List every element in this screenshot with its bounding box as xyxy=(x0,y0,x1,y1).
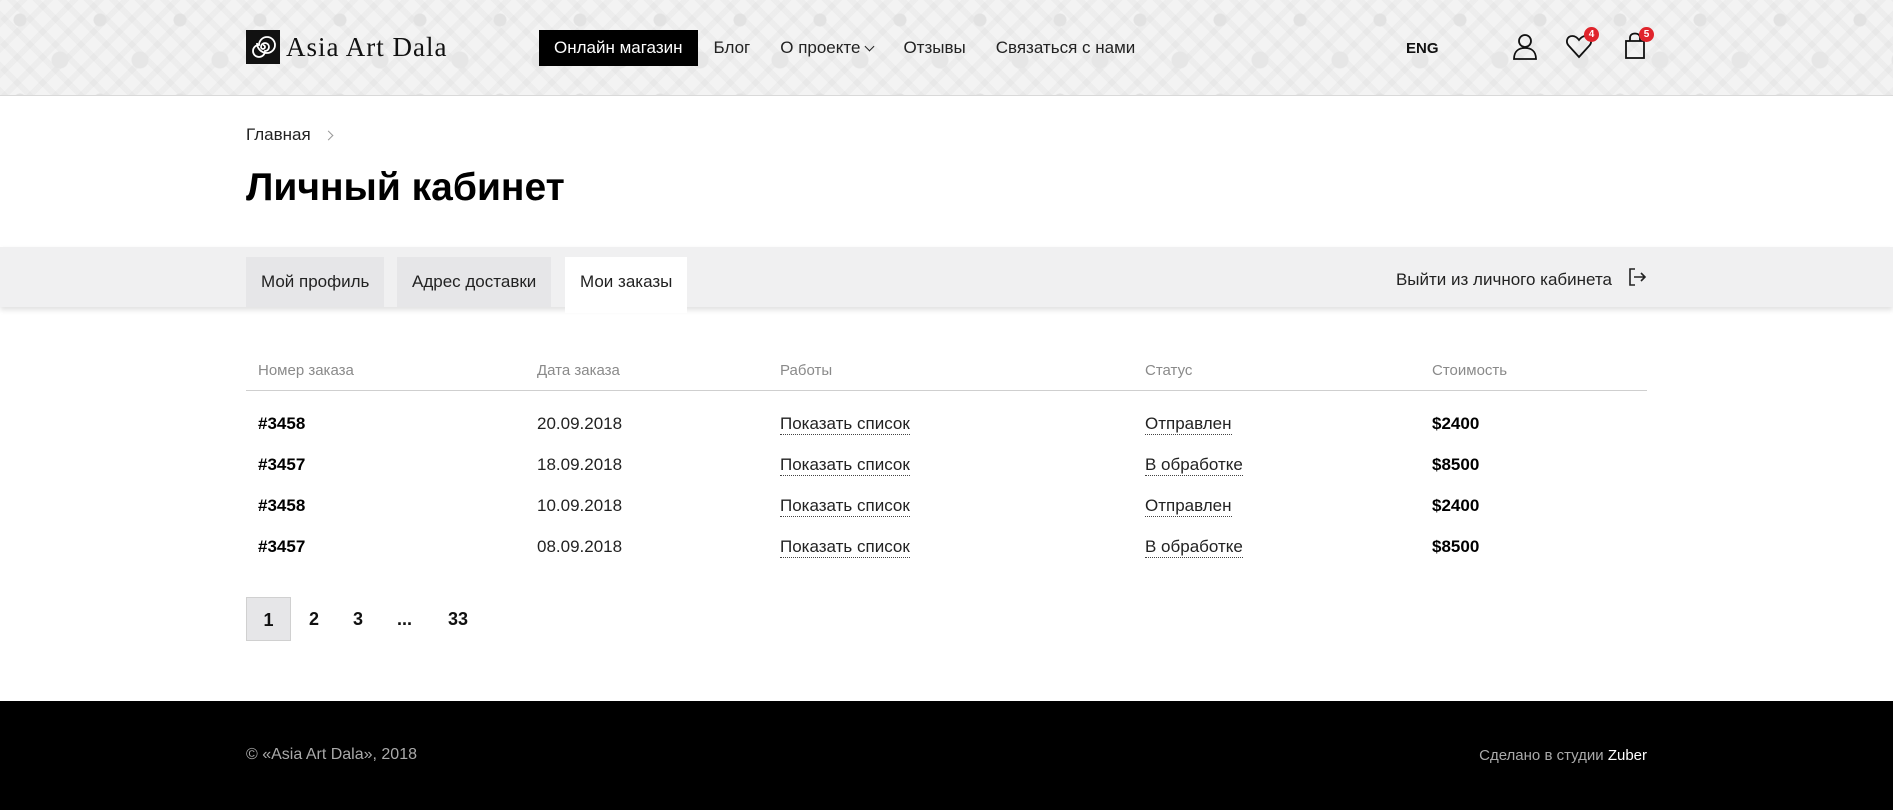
order-date: 18.09.2018 xyxy=(537,455,623,474)
col-header-price: Стоимость xyxy=(1432,362,1508,379)
tab-orders[interactable]: Мои заказы xyxy=(565,257,688,313)
page-1[interactable]: 1 xyxy=(246,597,291,641)
order-number: #3457 xyxy=(258,537,306,556)
table-row: #3457 08.09.2018 Показать список В обраб… xyxy=(246,529,1647,570)
site-header: Asia Art Dala Онлайн магазин Блог О прое… xyxy=(0,0,1893,96)
order-number: #3458 xyxy=(258,414,306,433)
table-body: #3458 20.09.2018 Показать список Отправл… xyxy=(246,406,1647,570)
col-header-works: Работы xyxy=(780,362,833,379)
order-number: #3457 xyxy=(258,455,306,474)
order-number: #3458 xyxy=(258,496,306,515)
show-list-link[interactable]: Показать список xyxy=(780,537,910,558)
order-price: $2400 xyxy=(1432,496,1480,515)
show-list-link[interactable]: Показать список xyxy=(780,455,910,476)
orders-table: Номер заказа Дата заказа Работы Статус С… xyxy=(246,356,1647,558)
nav-item-reviews[interactable]: Отзывы xyxy=(903,38,965,58)
spiral-logo-icon xyxy=(246,30,280,64)
table-row: #3458 10.09.2018 Показать список Отправл… xyxy=(246,488,1647,529)
studio-prefix: Сделано в студии xyxy=(1479,747,1604,764)
order-status[interactable]: Отправлен xyxy=(1145,496,1232,517)
studio-link[interactable]: Zuber xyxy=(1608,747,1647,764)
show-list-link[interactable]: Показать список xyxy=(780,414,910,435)
cart-count-badge: 5 xyxy=(1639,27,1654,42)
page-3[interactable]: 3 xyxy=(353,597,363,641)
order-date: 10.09.2018 xyxy=(537,496,623,515)
language-switch[interactable]: ENG xyxy=(1406,40,1439,57)
logo-text: Asia Art Dala xyxy=(286,31,448,62)
order-date: 08.09.2018 xyxy=(537,537,623,556)
nav-item-blog[interactable]: Блог xyxy=(714,38,751,58)
table-row: #3457 18.09.2018 Показать список В обраб… xyxy=(246,447,1647,488)
order-status[interactable]: В обработке xyxy=(1145,455,1243,476)
chevron-down-icon xyxy=(865,41,875,51)
studio-credit: Сделано в студии Zuber xyxy=(1479,747,1647,764)
logout-icon xyxy=(1626,266,1648,293)
order-price: $8500 xyxy=(1432,537,1480,556)
order-date: 20.09.2018 xyxy=(537,414,623,433)
copyright: © «Asia Art Dala», 2018 xyxy=(246,746,417,763)
nav-item-about[interactable]: О проекте xyxy=(780,38,875,58)
pagination: 1 2 3 ... 33 xyxy=(246,597,468,641)
page-33[interactable]: 33 xyxy=(448,597,468,641)
page-ellipsis: ... xyxy=(397,609,413,629)
logo[interactable]: Asia Art Dala xyxy=(246,30,447,64)
nav-item-contact[interactable]: Связаться с нами xyxy=(996,38,1136,58)
breadcrumb-home[interactable]: Главная xyxy=(246,125,311,145)
order-price: $2400 xyxy=(1432,414,1480,433)
logout-label: Выйти из личного кабинета xyxy=(1395,269,1612,289)
tab-profile[interactable]: Мой профиль xyxy=(246,257,385,307)
site-footer: © «Asia Art Dala», 2018 Сделано в студии… xyxy=(0,701,1893,810)
chevron-right-icon xyxy=(323,130,334,140)
page-title: Личный кабинет xyxy=(246,166,565,209)
order-price: $8500 xyxy=(1432,455,1480,474)
col-header-status: Статус xyxy=(1145,362,1193,379)
table-row: #3458 20.09.2018 Показать список Отправл… xyxy=(246,406,1647,447)
col-header-number: Номер заказа xyxy=(258,362,354,379)
logout-button[interactable]: Выйти из личного кабинета xyxy=(1396,266,1648,293)
nav-item-shop[interactable]: Онлайн магазин xyxy=(539,30,698,66)
col-header-date: Дата заказа xyxy=(537,362,620,379)
table-header: Номер заказа Дата заказа Работы Статус С… xyxy=(246,356,1647,391)
tab-address[interactable]: Адрес доставки xyxy=(397,257,552,307)
main-nav: Онлайн магазин Блог О проекте Отзывы Свя… xyxy=(539,30,1165,66)
user-icon[interactable] xyxy=(1510,31,1540,61)
show-list-link[interactable]: Показать список xyxy=(780,496,910,517)
page-2[interactable]: 2 xyxy=(309,597,319,641)
wishlist-count-badge: 4 xyxy=(1584,27,1599,42)
breadcrumb: Главная xyxy=(246,125,334,145)
order-status[interactable]: Отправлен xyxy=(1145,414,1232,435)
order-status[interactable]: В обработке xyxy=(1145,537,1243,558)
nav-item-about-label: О проекте xyxy=(780,38,861,57)
